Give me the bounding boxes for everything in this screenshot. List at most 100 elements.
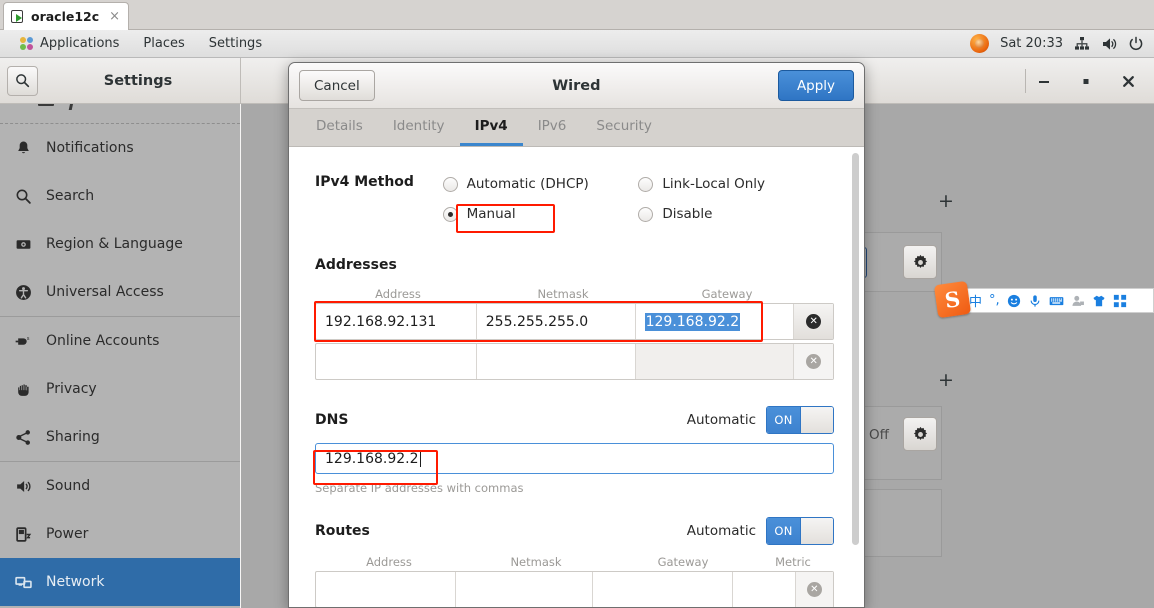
plug-icon: s (14, 332, 33, 351)
settings-sidebar[interactable]: Notifications Search Region & Language U… (0, 104, 240, 608)
accessibility-icon (14, 283, 33, 302)
radio-automatic-dhcp[interactable]: Automatic (DHCP) (442, 169, 639, 199)
apply-button[interactable]: Apply (778, 70, 854, 101)
panel-menu-applications[interactable]: Applications (8, 33, 131, 54)
firefox-icon[interactable] (970, 34, 990, 53)
route-netmask-field-1[interactable] (456, 572, 594, 607)
sidebar-item-privacy[interactable]: Privacy (0, 365, 240, 413)
route-gateway-field-1[interactable] (593, 572, 733, 607)
sidebar-item-search[interactable]: Search (0, 172, 240, 220)
dns-automatic-toggle[interactable]: ON (766, 406, 834, 434)
table-row[interactable]: 192.168.92.131 255.255.255.0 129.168.92.… (315, 303, 834, 340)
radio-label: Link-Local Only (662, 176, 766, 192)
column-header-address: Address (375, 287, 421, 301)
sidebar-item-sharing[interactable]: Sharing (0, 413, 240, 461)
vm-play-icon (11, 9, 25, 24)
punctuation-icon[interactable]: °, (989, 293, 1000, 308)
panel-menu-places-label: Places (143, 36, 185, 51)
delete-route-button-1[interactable]: ✕ (795, 572, 833, 607)
table-row[interactable]: ✕ (315, 571, 834, 607)
radio-button-icon (442, 176, 458, 192)
cancel-button[interactable]: Cancel (299, 70, 375, 101)
tab-identity[interactable]: Identity (378, 109, 460, 146)
dns-input-wrapper: 129.168.92.2 (313, 443, 834, 485)
sidebar-item-clipped[interactable] (0, 104, 240, 124)
sidebar-item-power[interactable]: Power (0, 510, 240, 558)
sidebar-item-network[interactable]: Network (0, 558, 240, 606)
battery-icon (14, 525, 33, 544)
dialog-tab-bar: Details Identity IPv4 IPv6 Security (289, 109, 864, 147)
panel-clock[interactable]: Sat 20:33 (1000, 36, 1063, 51)
power-icon[interactable] (1128, 36, 1144, 52)
tab-security[interactable]: Security (581, 109, 666, 146)
table-row[interactable]: ✕ (315, 343, 834, 380)
radio-button-icon (638, 206, 654, 222)
close-button[interactable] (1121, 74, 1136, 89)
gateway-field-2[interactable] (635, 344, 795, 379)
radio-disable[interactable]: Disable (638, 199, 834, 229)
sogou-logo-icon[interactable]: S (933, 280, 972, 319)
sidebar-item-region-language[interactable]: Region & Language (0, 220, 240, 268)
sidebar-item-online-accounts[interactable]: s Online Accounts (0, 317, 240, 365)
sidebar-item-sound[interactable]: Sound (0, 462, 240, 510)
connection-settings-button-2[interactable] (903, 417, 937, 451)
svg-text:s: s (27, 335, 30, 341)
radio-link-local-only[interactable]: Link-Local Only (638, 169, 834, 199)
sidebar-item-label: Region & Language (46, 236, 183, 252)
ipv4-settings-panel: IPv4 Method Automatic (DHCP) Manual Link… (289, 147, 864, 607)
wired-connection-dialog: Cancel Wired Apply Details Identity IPv4… (288, 62, 865, 608)
gateway-field-1[interactable]: 129.168.92.2 (636, 304, 795, 339)
radio-label: Automatic (DHCP) (466, 176, 589, 192)
maximize-button[interactable] (1079, 74, 1093, 88)
address-field-2[interactable] (316, 344, 477, 379)
routes-automatic-label: Automatic (686, 523, 756, 539)
netmask-field-2[interactable] (477, 344, 636, 379)
close-icon[interactable]: × (109, 9, 120, 24)
microphone-icon[interactable] (1028, 294, 1042, 308)
sidebar-item-notifications[interactable]: Notifications (0, 124, 240, 172)
dns-section-header: DNS Automatic ON (315, 406, 834, 434)
delete-address-button-1[interactable]: ✕ (794, 304, 833, 339)
delete-address-button-2[interactable]: ✕ (794, 344, 833, 379)
routes-column-headers: Address Netmask Gateway Metric (315, 555, 834, 571)
chinese-mode-icon[interactable]: 中 (969, 291, 982, 310)
settings-title: Settings (103, 72, 173, 89)
user-icon[interactable] (1071, 294, 1085, 308)
radio-manual[interactable]: Manual (442, 199, 639, 229)
tab-details[interactable]: Details (301, 109, 378, 146)
panel-menu-applications-label: Applications (40, 36, 120, 51)
column-header-gateway: Gateway (657, 555, 709, 569)
network-icon[interactable] (1074, 36, 1090, 52)
routes-label: Routes (315, 523, 370, 539)
add-connection-button-2[interactable]: + (938, 369, 954, 391)
dns-input[interactable]: 129.168.92.2 (315, 443, 834, 474)
minimize-button[interactable] (1037, 74, 1051, 88)
ipv4-method-section: IPv4 Method Automatic (DHCP) Manual Link… (315, 169, 834, 229)
keyboard-icon[interactable] (1049, 294, 1064, 308)
routes-automatic-toggle[interactable]: ON (766, 517, 834, 545)
volume-icon[interactable] (1101, 36, 1117, 52)
vm-tab-oracle12c[interactable]: oracle12c × (3, 2, 130, 30)
tab-ipv4[interactable]: IPv4 (459, 109, 523, 146)
skin-icon[interactable] (1092, 294, 1106, 308)
dialog-scrollbar[interactable] (852, 153, 859, 545)
netmask-field-1[interactable]: 255.255.255.0 (477, 304, 636, 339)
add-connection-button-1[interactable]: + (938, 190, 954, 212)
vm-tab-bar: oracle12c × (0, 0, 1154, 30)
address-field-1[interactable]: 192.168.92.131 (316, 304, 477, 339)
panel-menu-group: Applications Places Settings (0, 33, 274, 54)
route-metric-field-1[interactable] (733, 572, 796, 607)
route-address-field-1[interactable] (316, 572, 456, 607)
connection-settings-button-1[interactable] (903, 245, 937, 279)
panel-menu-settings[interactable]: Settings (197, 33, 274, 54)
sidebar-item-universal-access[interactable]: Universal Access (0, 268, 240, 316)
hand-icon (14, 380, 33, 399)
sidebar-item-label: Universal Access (46, 284, 164, 300)
dns-label: DNS (315, 412, 349, 428)
emoji-icon[interactable] (1007, 294, 1021, 308)
search-button[interactable] (7, 65, 38, 96)
apps-grid-icon[interactable] (1113, 294, 1127, 308)
panel-menu-places[interactable]: Places (131, 33, 196, 54)
tab-ipv6[interactable]: IPv6 (523, 109, 582, 146)
sogou-ime-toolbar[interactable]: 中 °, (962, 288, 1154, 313)
